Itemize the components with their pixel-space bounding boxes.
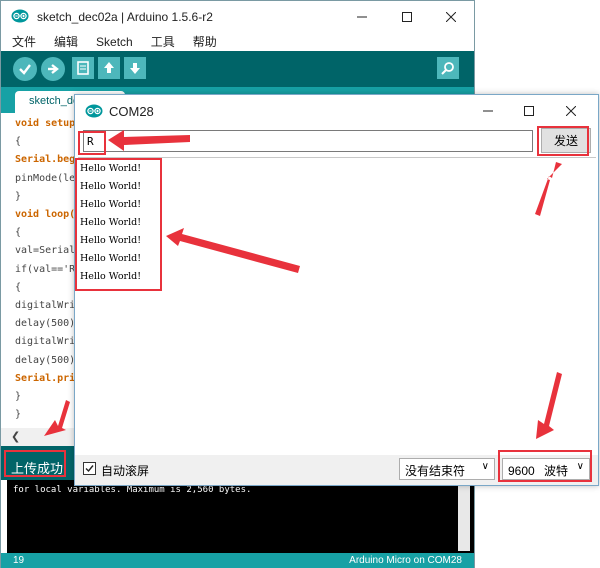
- maximize-icon: [402, 12, 412, 22]
- screenshot: sketch_dec02a | Arduino 1.5.6-r2 文件 编辑 S…: [0, 0, 600, 568]
- send-button-highlight-box: [537, 126, 589, 156]
- code-text: pinMode(led: [15, 172, 82, 184]
- code-line: pinMode(led: [15, 173, 81, 184]
- code-line: }: [15, 391, 21, 402]
- code-line: {: [15, 136, 21, 147]
- menu-help[interactable]: 帮助: [182, 33, 224, 51]
- new-sketch-button[interactable]: [72, 57, 94, 79]
- code-keyword: Serial.pri: [15, 372, 76, 384]
- open-sketch-button[interactable]: [98, 57, 120, 79]
- checkmark-icon: [19, 64, 31, 75]
- code-text: }: [15, 409, 22, 421]
- code-line: delay(500);: [15, 318, 81, 329]
- code-text: }: [15, 391, 22, 402]
- checkmark-icon: [85, 465, 94, 473]
- code-text: {: [15, 136, 22, 148]
- menu-sketch[interactable]: Sketch: [85, 33, 140, 51]
- console-output: for local variables. Maximum is 2,560 by…: [7, 480, 474, 553]
- ide-footer: 19 Arduino Micro on COM28: [1, 553, 474, 568]
- maximize-button[interactable]: [389, 5, 425, 29]
- autoscroll-label: 自动滚屏: [101, 464, 150, 478]
- code-line: digitalWrit: [15, 336, 81, 347]
- maximize-icon: [524, 106, 534, 116]
- code-line: {: [15, 227, 21, 238]
- code-line: Serial.beg: [15, 154, 75, 165]
- code-keyword: void setup: [15, 118, 76, 129]
- code-text: digitalWrit: [15, 300, 82, 311]
- menu-file[interactable]: 文件: [1, 33, 43, 51]
- code-line: void setup: [15, 118, 75, 129]
- minimize-icon: [357, 16, 367, 18]
- close-icon: [446, 12, 456, 22]
- serial-send-input[interactable]: R: [83, 130, 533, 152]
- menubar: 文件 编辑 Sketch 工具 帮助: [1, 33, 474, 51]
- code-text: }: [15, 190, 22, 202]
- output-highlight-box: [75, 158, 162, 291]
- console-scrollbar[interactable]: [458, 482, 470, 551]
- autoscroll-checkbox[interactable]: [83, 462, 96, 475]
- chevron-down-icon: ∨: [481, 461, 489, 472]
- input-highlight-box: [78, 131, 106, 155]
- line-ending-select[interactable]: 没有结束符 ∨: [399, 458, 495, 480]
- code-line: }: [15, 191, 21, 202]
- arrow-up-icon: [104, 62, 114, 73]
- code-keyword: void loop(: [15, 209, 76, 220]
- arrow-right-icon: [48, 64, 59, 74]
- code-line: delay(500);: [15, 355, 81, 366]
- scroll-left-icon[interactable]: ❮: [11, 430, 20, 443]
- ide-titlebar: sketch_dec02a | Arduino 1.5.6-r2: [1, 1, 474, 33]
- minimize-icon: [483, 110, 493, 112]
- serial-titlebar: COM28: [75, 95, 598, 127]
- code-line: }: [15, 409, 21, 420]
- code-text: {: [15, 227, 22, 239]
- code-text: val=Serial: [15, 245, 76, 257]
- verify-button[interactable]: [13, 57, 37, 81]
- arduino-logo-icon: [11, 9, 29, 23]
- new-file-icon: [77, 61, 89, 75]
- ide-toolbar: [1, 51, 474, 87]
- magnifier-icon: [441, 62, 454, 75]
- save-sketch-button[interactable]: [124, 57, 146, 79]
- code-line: if(val=='R': [15, 264, 81, 275]
- close-icon: [566, 106, 576, 116]
- ide-window-title: sketch_dec02a | Arduino 1.5.6-r2: [37, 10, 213, 24]
- serial-window-title: COM28: [109, 104, 154, 119]
- code-line: {: [15, 282, 21, 293]
- baud-highlight-box: [498, 450, 592, 482]
- line-ending-value: 没有结束符: [405, 464, 466, 478]
- code-text: digitalWrit: [15, 336, 82, 348]
- code-line: Serial.pri: [15, 373, 75, 384]
- menu-tools[interactable]: 工具: [140, 33, 182, 51]
- code-line: val=Serial: [15, 245, 75, 256]
- line-number: 19: [13, 555, 25, 566]
- code-line: digitalWrit: [15, 300, 81, 311]
- serial-minimize-button[interactable]: [470, 99, 506, 123]
- close-button[interactable]: [433, 5, 469, 29]
- status-highlight-box: [4, 450, 66, 477]
- code-line: void loop(: [15, 209, 75, 220]
- code-keyword: Serial.beg: [15, 154, 76, 166]
- arduino-logo-icon: [85, 104, 103, 118]
- code-text: delay(500);: [15, 354, 82, 366]
- minimize-button[interactable]: [344, 5, 380, 29]
- upload-button[interactable]: [41, 57, 65, 81]
- serial-close-button[interactable]: [553, 99, 589, 123]
- console-message: for local variables. Maximum is 2,560 by…: [13, 485, 252, 495]
- code-text: if(val=='R': [15, 263, 82, 275]
- serial-monitor-button[interactable]: [437, 57, 459, 79]
- arrow-down-icon: [130, 63, 140, 74]
- code-text: delay(500);: [15, 318, 82, 330]
- serial-maximize-button[interactable]: [511, 99, 547, 123]
- menu-edit[interactable]: 编辑: [43, 33, 85, 51]
- code-text: {: [15, 281, 22, 293]
- board-port-label: Arduino Micro on COM28: [349, 555, 462, 566]
